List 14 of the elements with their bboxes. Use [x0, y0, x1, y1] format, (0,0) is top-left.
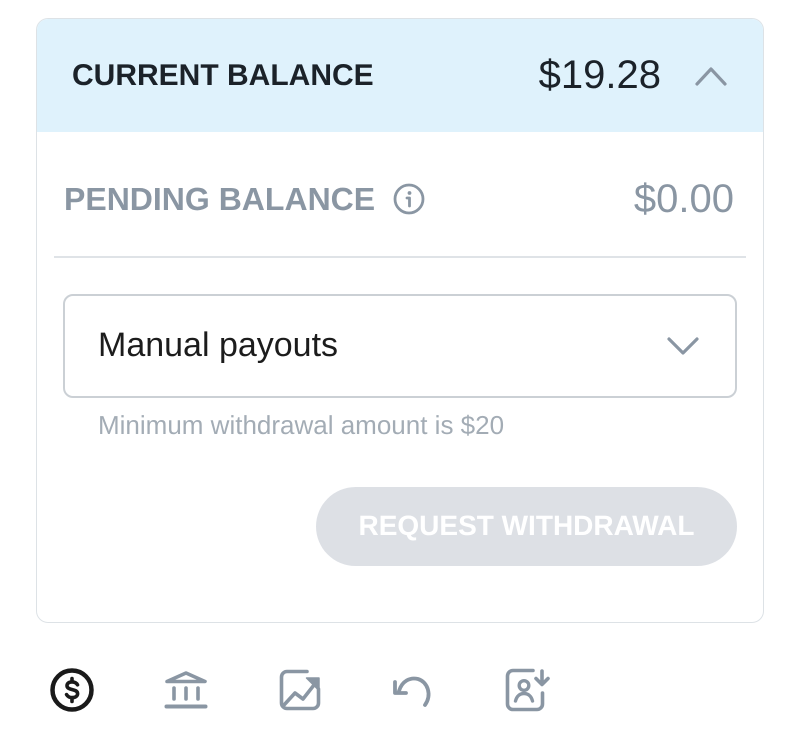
person-card-icon[interactable]: [504, 666, 552, 712]
balance-amount: $19.28: [538, 53, 661, 98]
pending-balance-amount: $0.00: [634, 176, 734, 222]
balance-title: CURRENT BALANCE: [72, 58, 374, 92]
bank-icon[interactable]: [163, 670, 209, 710]
minimum-withdrawal-hint: Minimum withdrawal amount is $20: [98, 410, 504, 440]
chevron-icon[interactable]: [695, 66, 727, 86]
info-icon[interactable]: [393, 183, 426, 215]
balance-header[interactable]: CURRENT BALANCE $19.28: [37, 19, 763, 132]
chart-icon[interactable]: [278, 668, 322, 712]
pending-balance-label: PENDING BALANCE: [64, 180, 376, 218]
payout-method-select[interactable]: Manual payouts: [63, 294, 737, 398]
chevron-down-icon: [667, 336, 699, 354]
dollar-circle-icon[interactable]: [50, 668, 94, 712]
